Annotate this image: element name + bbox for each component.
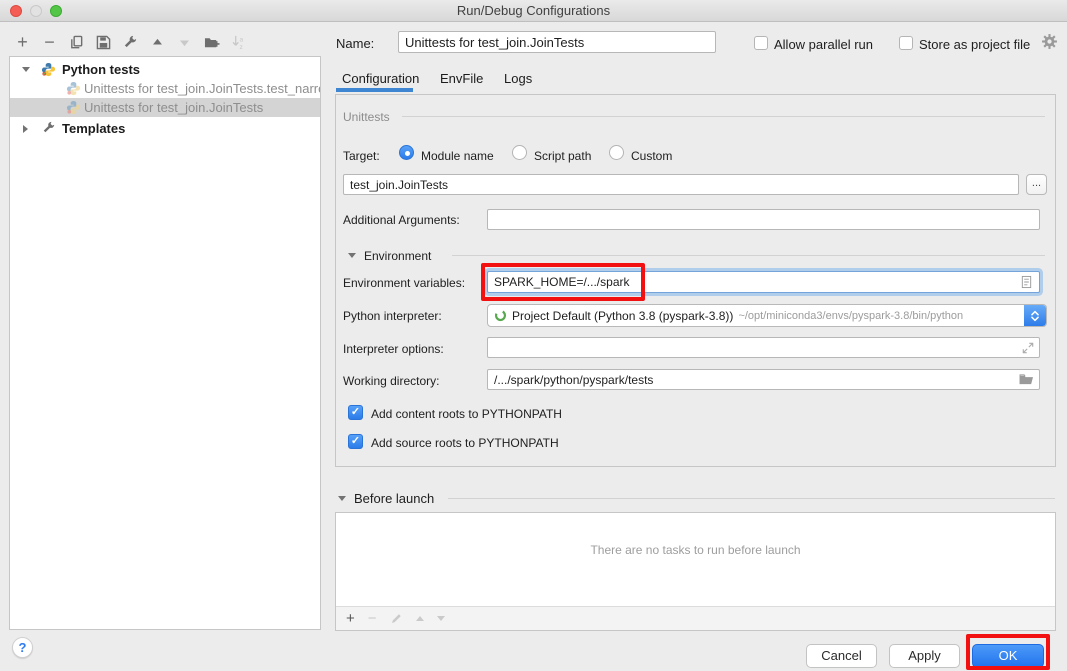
interpreter-options-label: Interpreter options:	[343, 342, 444, 356]
python-interpreter-select[interactable]: Project Default (Python 3.8 (pyspark-3.8…	[487, 304, 1047, 327]
tree-item-templates[interactable]: Templates	[10, 119, 320, 138]
combobox-stepper-icon[interactable]	[1024, 305, 1046, 326]
remove-task-icon[interactable]: −	[368, 610, 377, 627]
copy-configuration-icon[interactable]	[68, 34, 85, 51]
tree-item-unittests-test-narrow[interactable]: Unittests for test_join.JoinTests.test_n…	[10, 79, 320, 98]
active-tab-indicator	[336, 88, 413, 92]
before-launch-empty-text: There are no tasks to run before launch	[336, 543, 1055, 557]
expand-field-icon[interactable]	[1022, 341, 1034, 359]
name-input[interactable]	[398, 31, 716, 53]
tree-item-label: Unittests for test_join.JoinTests.test_n…	[84, 79, 320, 98]
tree-item-python-tests[interactable]: Python tests	[10, 60, 320, 79]
expand-arrow-icon[interactable]	[23, 125, 28, 133]
svg-text:a: a	[239, 37, 243, 44]
add-content-roots-label: Add content roots to PYTHONPATH	[371, 407, 562, 421]
tab-configuration[interactable]: Configuration	[342, 71, 419, 86]
python-test-icon	[66, 100, 81, 117]
environment-variables-input[interactable]	[487, 271, 1040, 293]
tab-logs[interactable]: Logs	[504, 71, 532, 86]
add-configuration-icon[interactable]: +	[14, 34, 31, 51]
ok-button[interactable]: OK	[972, 644, 1044, 668]
environment-variables-label: Environment variables:	[343, 276, 465, 290]
add-content-roots-checkbox[interactable]: ✓	[348, 405, 363, 420]
target-module-name-radio[interactable]	[399, 145, 414, 160]
help-button[interactable]: ?	[12, 637, 33, 658]
interpreter-env-icon	[494, 309, 507, 322]
before-launch-panel: There are no tasks to run before launch …	[335, 512, 1056, 631]
interpreter-value: Project Default (Python 3.8 (pyspark-3.8…	[512, 309, 733, 323]
cancel-button[interactable]: Cancel	[806, 644, 877, 668]
unittests-group-title: Unittests	[343, 110, 390, 124]
allow-parallel-run-checkbox[interactable]	[754, 36, 768, 50]
new-folder-icon[interactable]	[203, 34, 220, 51]
target-label: Target:	[343, 149, 380, 163]
store-as-project-file-checkbox[interactable]	[899, 36, 913, 50]
additional-arguments-label: Additional Arguments:	[343, 213, 460, 227]
gear-icon[interactable]	[1041, 33, 1058, 55]
before-launch-collapse-icon[interactable]	[338, 496, 346, 501]
before-launch-toolbar: + −	[336, 606, 1055, 630]
tree-item-label: Unittests for test_join.JoinTests	[84, 98, 263, 117]
before-launch-title: Before launch	[354, 491, 434, 506]
window-title: Run/Debug Configurations	[0, 0, 1067, 21]
configuration-panel: Unittests Target: Module name Script pat…	[335, 94, 1056, 467]
python-tests-icon	[41, 62, 56, 79]
target-custom-label: Custom	[631, 149, 672, 163]
target-script-path-radio[interactable]	[512, 145, 527, 160]
edit-templates-wrench-icon[interactable]	[122, 34, 139, 51]
working-directory-label: Working directory:	[343, 374, 439, 388]
configurations-tree: Python tests Unittests for test_join.Joi…	[9, 56, 321, 630]
tab-envfile[interactable]: EnvFile	[440, 71, 483, 86]
store-as-project-file-label: Store as project file	[919, 37, 1030, 52]
tree-item-label: Python tests	[62, 60, 140, 79]
target-module-name-label: Module name	[421, 149, 494, 163]
add-source-roots-checkbox[interactable]: ✓	[348, 434, 363, 449]
move-task-down-icon[interactable]	[437, 616, 445, 621]
add-source-roots-label: Add source roots to PYTHONPATH	[371, 436, 559, 450]
tree-item-label: Templates	[62, 119, 125, 138]
group-separator	[402, 116, 1045, 117]
collapse-arrow-icon[interactable]	[22, 67, 30, 72]
browse-target-button[interactable]: ...	[1026, 174, 1047, 195]
target-input[interactable]	[343, 174, 1019, 195]
svg-text:z: z	[239, 44, 242, 50]
browse-folder-icon[interactable]	[1019, 373, 1034, 391]
tree-item-unittests-jointests[interactable]: Unittests for test_join.JoinTests	[10, 98, 320, 117]
move-task-up-icon[interactable]	[416, 616, 424, 621]
environment-collapse-icon[interactable]	[348, 253, 356, 258]
env-variables-browse-icon[interactable]	[1020, 275, 1033, 294]
before-launch-separator	[448, 498, 1055, 499]
title-bar: Run/Debug Configurations	[0, 0, 1067, 22]
environment-separator	[452, 255, 1045, 256]
add-task-icon[interactable]: +	[346, 610, 355, 627]
move-up-icon[interactable]	[149, 34, 166, 51]
name-label: Name:	[336, 36, 374, 51]
python-interpreter-label: Python interpreter:	[343, 309, 442, 323]
edit-task-icon[interactable]	[390, 612, 403, 625]
allow-parallel-run-label: Allow parallel run	[774, 37, 873, 52]
target-script-path-label: Script path	[534, 149, 591, 163]
interpreter-path: ~/opt/miniconda3/envs/pyspark-3.8/bin/py…	[738, 310, 963, 322]
working-directory-input[interactable]	[487, 369, 1040, 390]
environment-section-title: Environment	[364, 249, 431, 263]
move-down-icon[interactable]	[176, 34, 193, 51]
target-custom-radio[interactable]	[609, 145, 624, 160]
interpreter-options-input[interactable]	[487, 337, 1040, 358]
save-configuration-icon[interactable]	[95, 34, 112, 51]
additional-arguments-input[interactable]	[487, 209, 1040, 230]
python-test-icon	[66, 81, 81, 98]
templates-wrench-icon	[42, 121, 56, 138]
configurations-toolbar: + − az	[14, 32, 247, 52]
remove-configuration-icon[interactable]: −	[41, 34, 58, 51]
sort-alphabetically-icon[interactable]: az	[230, 34, 247, 51]
apply-button[interactable]: Apply	[889, 644, 960, 668]
